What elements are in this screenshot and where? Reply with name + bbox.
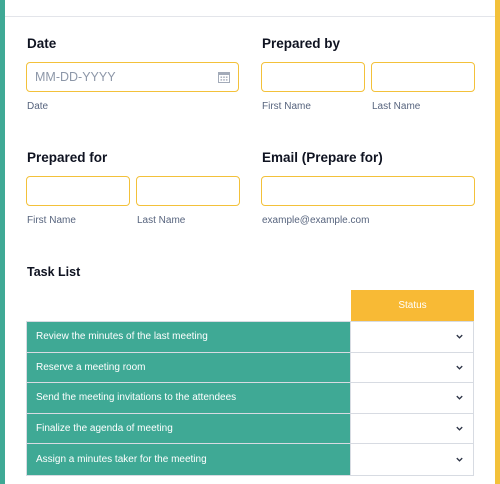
email-label: Email (Prepare for) xyxy=(262,150,383,165)
prepared-by-label: Prepared by xyxy=(262,36,341,51)
date-input[interactable]: MM-DD-YYYY xyxy=(26,62,239,92)
task-name: Send the meeting invitations to the atte… xyxy=(27,383,351,413)
prepared-by-first-name-sublabel: First Name xyxy=(262,101,311,112)
calendar-icon[interactable] xyxy=(218,71,230,83)
top-divider xyxy=(5,16,495,17)
chevron-down-icon xyxy=(456,457,463,462)
prepared-for-first-name-input[interactable] xyxy=(26,176,130,206)
date-label: Date xyxy=(27,36,57,51)
table-row: Reserve a meeting room xyxy=(27,352,473,384)
task-name: Review the minutes of the last meeting xyxy=(27,322,351,352)
table-row: Send the meeting invitations to the atte… xyxy=(27,383,473,414)
left-accent-bar xyxy=(0,0,5,484)
status-column-header: Status xyxy=(351,290,474,321)
email-sublabel: example@example.com xyxy=(262,215,370,226)
status-select[interactable] xyxy=(351,444,473,475)
prepared-for-last-name-input[interactable] xyxy=(136,176,240,206)
status-select[interactable] xyxy=(351,383,473,413)
task-list-title: Task List xyxy=(27,265,81,279)
table-row: Assign a minutes taker for the meeting xyxy=(27,444,473,475)
task-name: Assign a minutes taker for the meeting xyxy=(27,444,351,475)
task-table: Review the minutes of the last meeting R… xyxy=(26,321,474,476)
right-accent-bar xyxy=(495,0,500,484)
table-row: Review the minutes of the last meeting xyxy=(27,322,473,353)
status-select[interactable] xyxy=(351,413,473,444)
chevron-down-icon xyxy=(456,365,463,370)
date-placeholder: MM-DD-YYYY xyxy=(35,70,116,84)
prepared-by-first-name-input[interactable] xyxy=(261,62,365,92)
task-name: Reserve a meeting room xyxy=(27,352,351,383)
chevron-down-icon xyxy=(456,334,463,340)
date-sublabel: Date xyxy=(27,101,49,112)
chevron-down-icon xyxy=(456,396,463,401)
table-row: Finalize the agenda of meeting xyxy=(27,413,473,445)
chevron-down-icon xyxy=(456,426,463,431)
task-name: Finalize the agenda of meeting xyxy=(27,413,351,444)
status-select[interactable] xyxy=(351,352,473,383)
prepared-for-last-name-sublabel: Last Name xyxy=(137,215,186,226)
status-select[interactable] xyxy=(351,322,473,352)
prepared-by-last-name-sublabel: Last Name xyxy=(372,101,421,112)
prepared-for-first-name-sublabel: First Name xyxy=(27,215,76,226)
email-input[interactable] xyxy=(261,176,475,206)
prepared-by-last-name-input[interactable] xyxy=(371,62,475,92)
prepared-for-label: Prepared for xyxy=(27,150,108,165)
